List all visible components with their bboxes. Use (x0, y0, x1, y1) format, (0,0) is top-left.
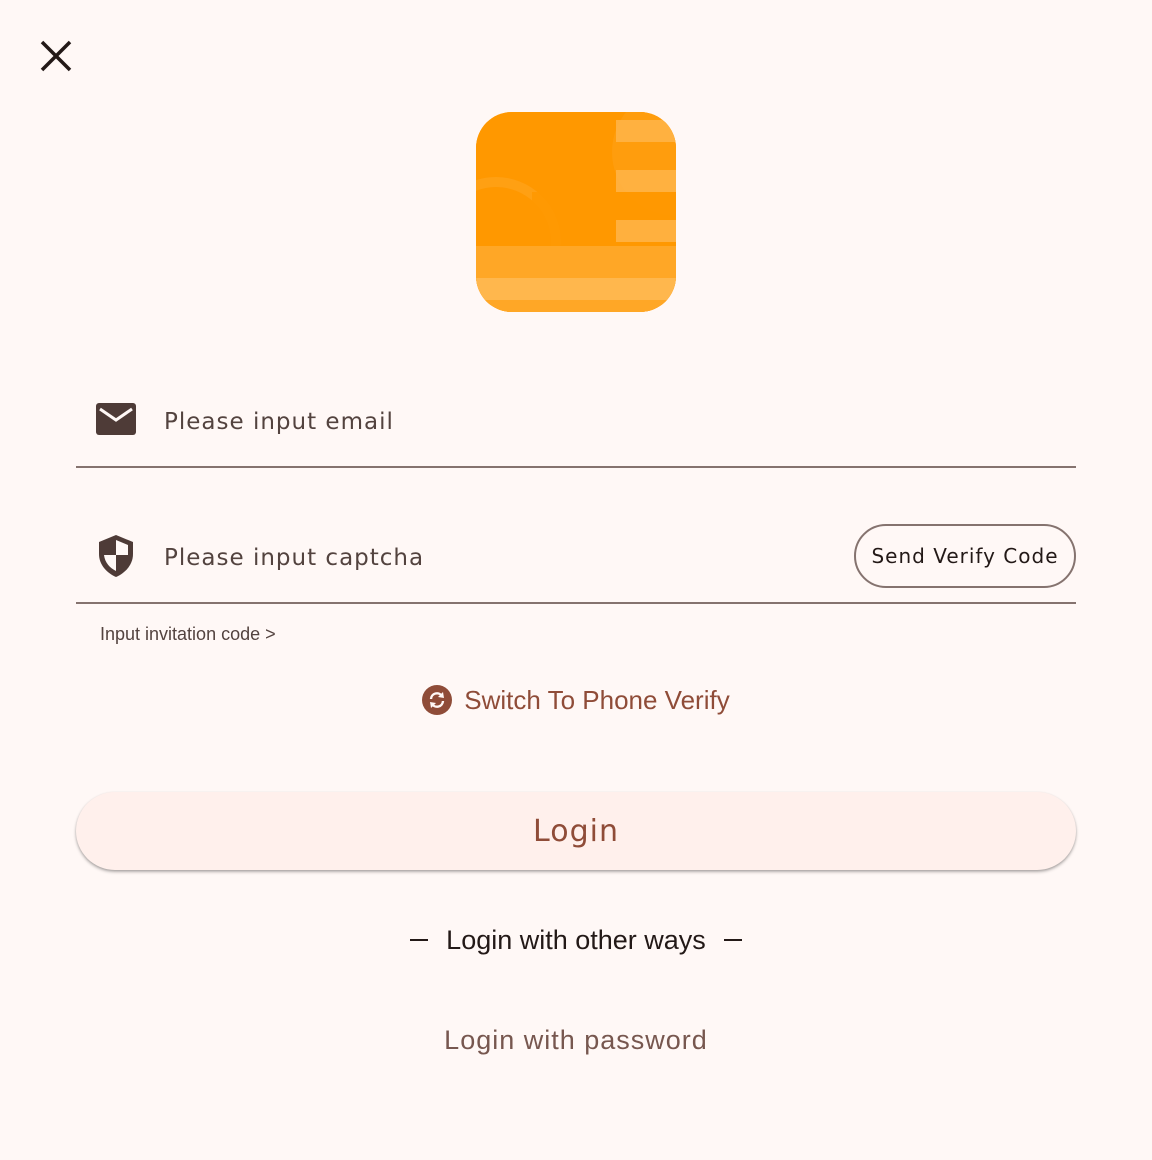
logo-graphic (476, 112, 676, 312)
captcha-field: Send Verify Code (76, 516, 1076, 604)
login-with-password-button[interactable]: Login with password (0, 1018, 1152, 1062)
close-icon (40, 40, 72, 72)
login-button[interactable]: Login (76, 792, 1076, 870)
switch-to-phone-verify-button[interactable]: Switch To Phone Verify (0, 678, 1152, 722)
sync-icon (422, 685, 453, 715)
mail-icon (96, 400, 136, 440)
other-ways-divider: Login with other ways (0, 918, 1152, 962)
email-field (76, 380, 1076, 468)
invitation-code-link[interactable]: Input invitation code > (100, 624, 276, 645)
switch-verify-label: Switch To Phone Verify (464, 684, 730, 715)
close-button[interactable] (32, 32, 80, 80)
other-ways-label: Login with other ways (446, 924, 706, 955)
send-verify-code-button[interactable]: Send Verify Code (854, 524, 1076, 588)
shield-icon (96, 535, 136, 577)
app-logo (476, 112, 676, 312)
captcha-input[interactable] (164, 536, 824, 580)
email-input[interactable] (164, 400, 824, 444)
divider-dash-left (410, 939, 429, 941)
divider-dash-right (723, 939, 742, 941)
